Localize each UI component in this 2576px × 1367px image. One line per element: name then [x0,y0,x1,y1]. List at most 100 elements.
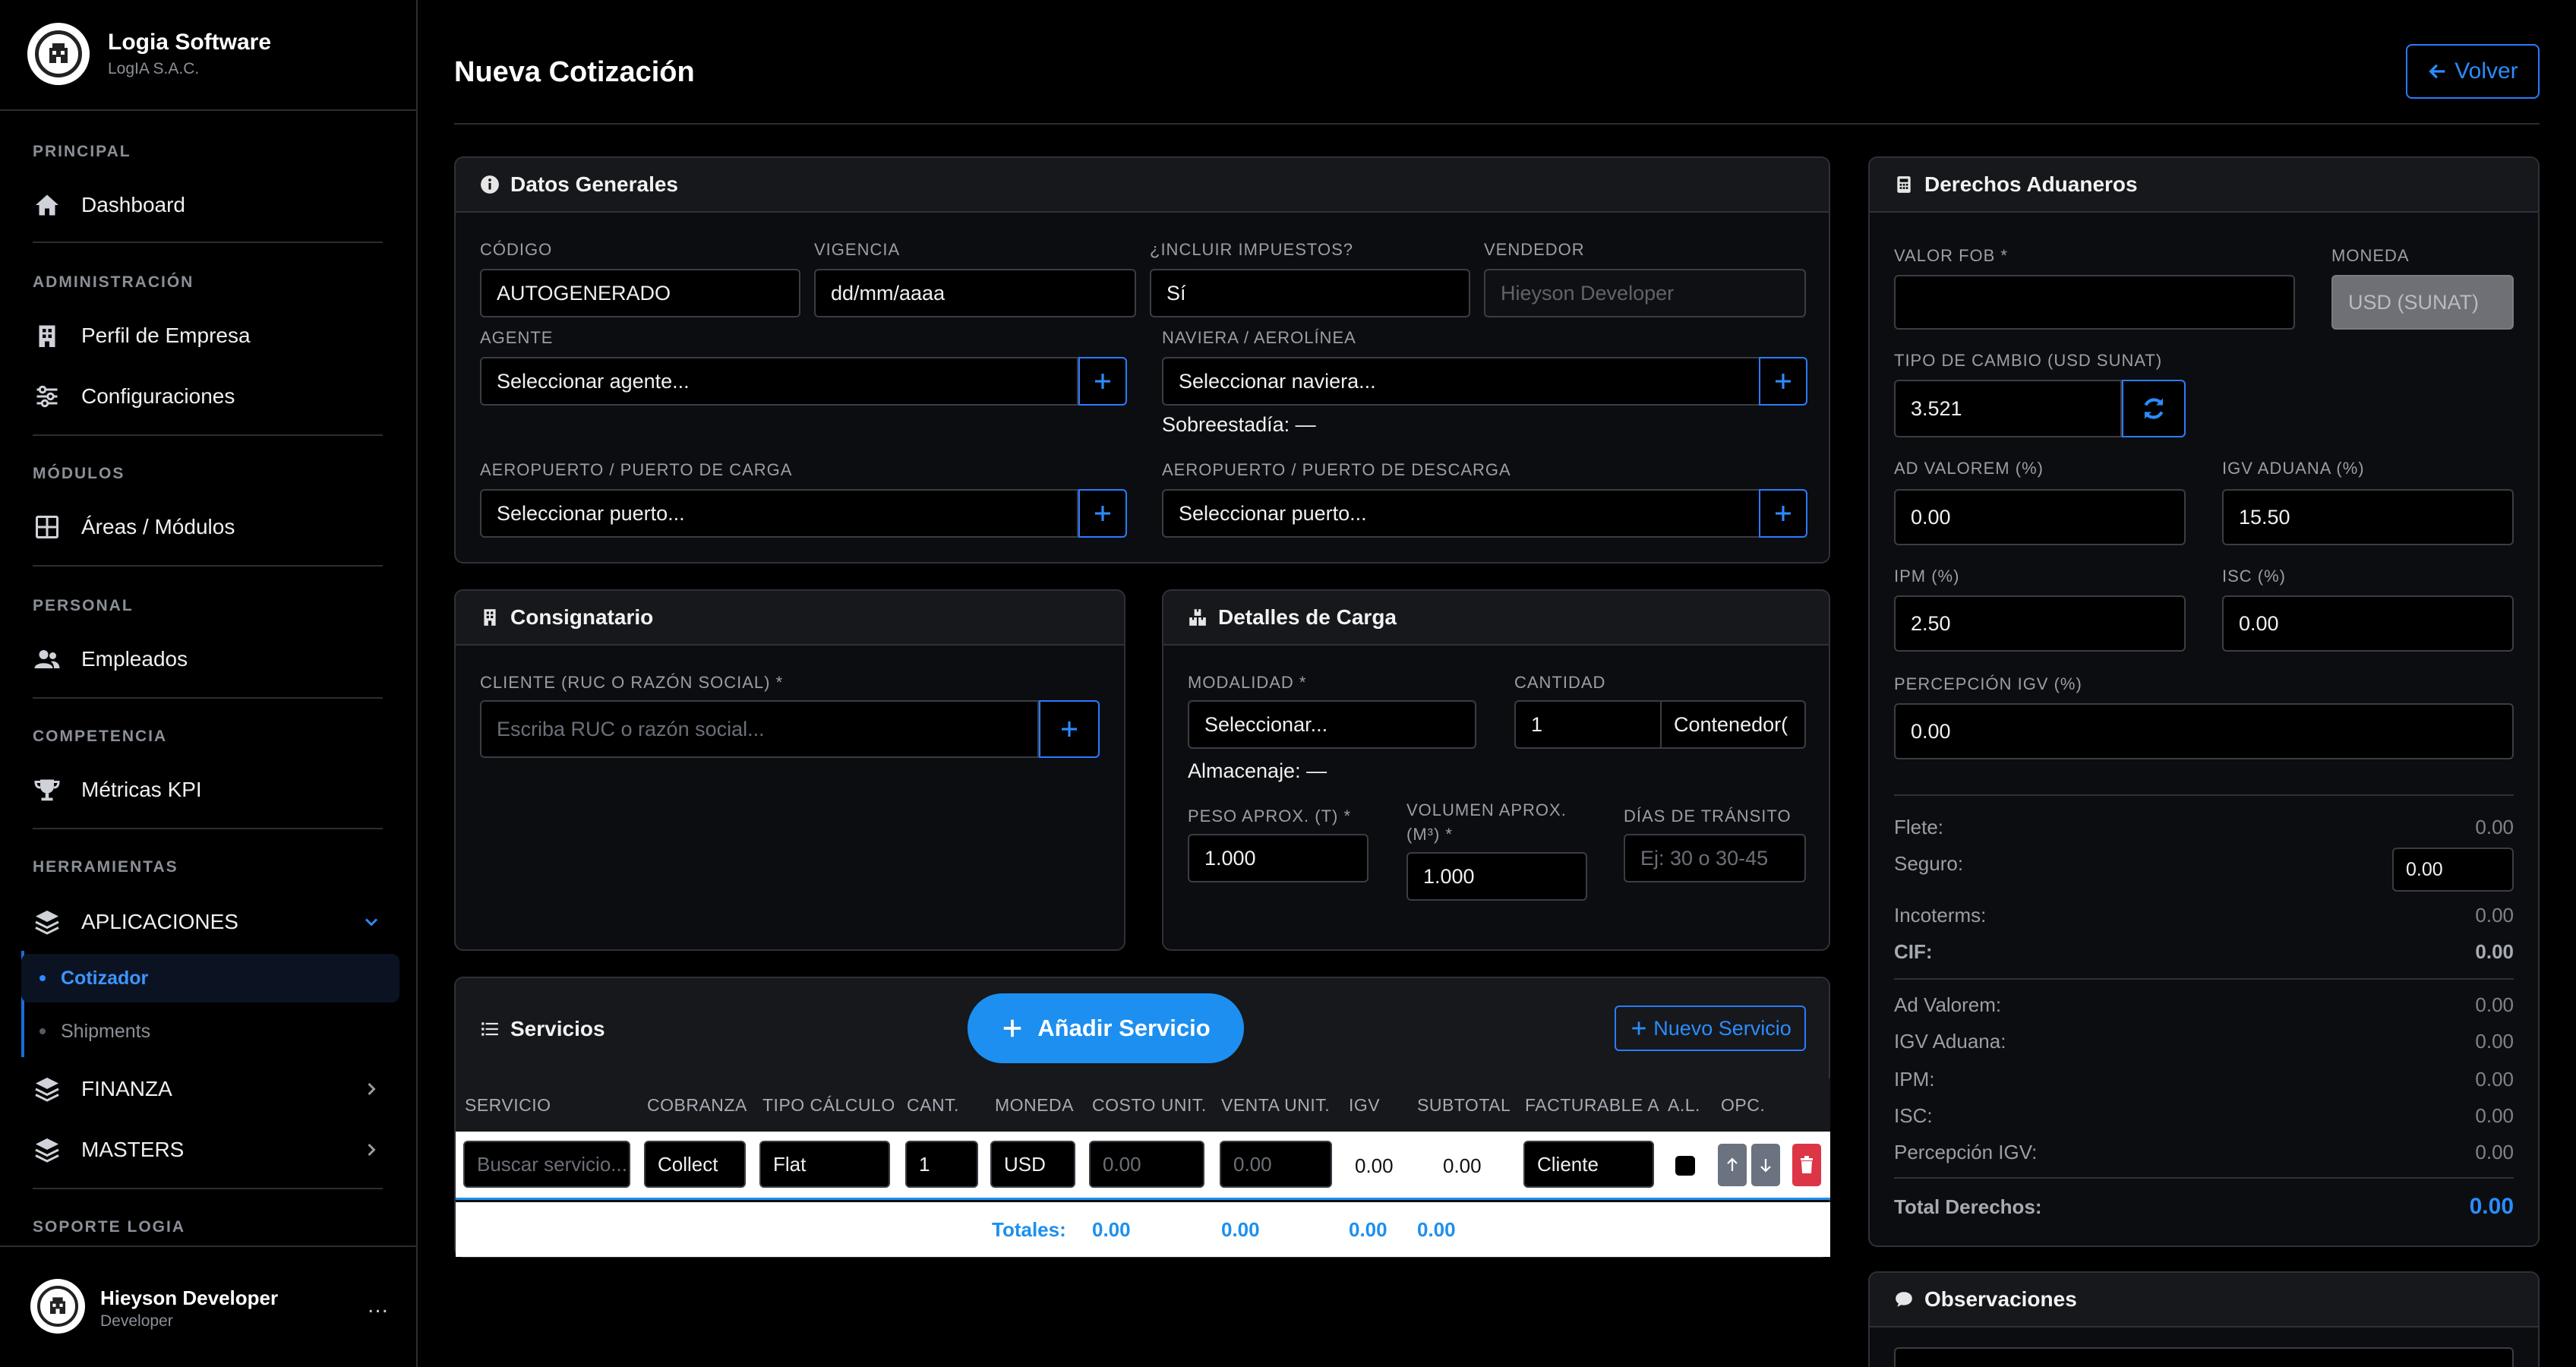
unidad-select[interactable]: Contenedor( [1660,700,1806,749]
sidebar-item-areas-modulos[interactable]: Áreas / Módulos [33,506,382,548]
isc-input[interactable]: 0.00 [2222,595,2514,652]
add-cliente-button[interactable] [1039,700,1100,758]
move-down-button[interactable] [1751,1144,1780,1186]
sidebar-item-finanza[interactable]: FINANZA [33,1068,382,1110]
calculator-icon [1897,176,1911,193]
sidebar-subitem-shipments[interactable]: Shipments [21,1007,399,1056]
dias-transito-input[interactable]: Ej: 30 o 30-45 [1624,834,1806,882]
sidebar-item-label: MASTERS [81,1138,185,1161]
add-puerto-carga-button[interactable] [1078,489,1127,538]
cantidad-input[interactable]: 1 [1514,700,1662,749]
back-button[interactable]: Volver [2406,44,2540,99]
sliders-icon [36,385,58,408]
section-competencia: COMPETENCIA [33,728,168,745]
total-igv: 0.00 [1349,1218,1387,1241]
column-header: COBRANZA [647,1095,747,1115]
column-header: FACTURABLE A [1525,1095,1660,1115]
add-puerto-descarga-button[interactable] [1759,489,1807,538]
section-principal: PRINCIPAL [33,143,131,160]
volumen-label-line2: (M³) * [1406,825,1453,844]
trophy-icon [34,779,60,801]
building-icon [39,325,55,347]
flete-value: 0.00 [2475,816,2514,838]
puerto-carga-select[interactable]: Seleccionar puerto... [480,489,1078,538]
sidebar-item-metricas-kpi[interactable]: Métricas KPI [33,769,382,811]
sidebar-item-masters[interactable]: MASTERS [33,1129,382,1171]
comment-icon [1896,1292,1912,1307]
sidebar-subitem-cotizador[interactable]: Cotizador [21,954,399,1002]
add-service-button[interactable]: Añadir Servicio [968,993,1244,1063]
column-header: SUBTOTAL [1417,1095,1511,1115]
cif-value: 0.00 [2475,940,2514,963]
subtotal-value: 0.00 [1443,1154,1482,1177]
brand-name: Logia Software [108,30,272,55]
user-profile[interactable]: Hieyson Developer Developer ... [0,1245,416,1367]
almacenaje-text: Almacenaje: — [1188,759,1327,782]
igv-value: 0.00 [1355,1154,1394,1177]
tipo-calculo-select[interactable]: Flat [759,1141,890,1188]
info-icon [481,175,499,194]
brand[interactable]: Logia Software LogIA S.A.C. [27,23,271,85]
ad-valorem-input[interactable]: 0.00 [1894,489,2186,545]
move-up-button[interactable] [1718,1144,1747,1186]
agente-select[interactable]: Seleccionar agente... [480,357,1078,406]
card-title: Consignatario [510,605,654,629]
sidebar-item-aplicaciones[interactable]: APLICACIONES [33,901,382,943]
refresh-icon [2144,398,2164,419]
percepcion-igv-input[interactable]: 0.00 [1894,703,2514,759]
new-service-button[interactable]: Nuevo Servicio [1615,1006,1806,1051]
arrow-up-icon [1727,1157,1738,1171]
vigencia-date-field[interactable]: dd/mm/aaaa [814,269,1136,317]
seguro-input[interactable]: 0.00 [2392,848,2514,892]
sidebar-item-perfil-empresa[interactable]: Perfil de Empresa [33,314,382,357]
section-modulos: MÓDULOS [33,465,125,482]
puerto-carga-label: AEROPUERTO / PUERTO DE CARGA [480,460,793,479]
ad-valorem-summary-label: Ad Valorem: [1894,993,2002,1016]
tipo-cambio-input[interactable]: 3.521 [1894,380,2122,437]
facturable-select[interactable]: Cliente [1523,1141,1654,1188]
impuestos-select[interactable]: Sí [1150,269,1470,317]
observaciones-textarea[interactable] [1894,1347,2514,1367]
naviera-select[interactable]: Seleccionar naviera... [1162,357,1760,406]
venta-unit-input[interactable]: 0.00 [1220,1141,1332,1188]
al-checkbox[interactable] [1675,1156,1695,1176]
add-agente-button[interactable] [1078,357,1127,406]
cobranza-select[interactable]: Collect [644,1141,746,1188]
sidebar-item-dashboard[interactable]: Dashboard [33,184,382,226]
moneda-field: USD (SUNAT) [2331,275,2514,330]
dias-transito-label: DÍAS DE TRÁNSITO [1624,807,1792,826]
isc-summary-value: 0.00 [2475,1104,2514,1127]
cliente-search-input[interactable]: Escriba RUC o razón social... [480,700,1039,758]
column-header: IGV [1349,1095,1381,1115]
seguro-label: Seguro: [1894,852,1964,875]
chevron-down-icon [365,918,378,927]
peso-input[interactable]: 1.000 [1188,834,1368,882]
column-header: OPC. [1721,1095,1766,1115]
more-options-button[interactable]: ... [368,1293,389,1318]
volumen-input[interactable]: 1.000 [1406,852,1587,901]
sidebar-item-empleados[interactable]: Empleados [33,638,382,680]
plus-icon [1062,721,1077,737]
cantidad-cell-input[interactable]: 1 [905,1141,978,1188]
trash-icon [1801,1156,1813,1173]
add-naviera-button[interactable] [1759,357,1807,406]
chevron-right-icon [368,1082,376,1096]
ipm-input[interactable]: 2.50 [1894,595,2186,652]
layers-icon [35,1078,59,1102]
puerto-descarga-select[interactable]: Seleccionar puerto... [1162,489,1760,538]
modalidad-select[interactable]: Seleccionar... [1188,700,1476,749]
codigo-field[interactable]: AUTOGENERADO [480,269,800,317]
costo-unit-input[interactable]: 0.00 [1089,1141,1204,1188]
avatar [30,1279,85,1334]
sidebar-item-label: Configuraciones [81,384,235,408]
impuestos-label: ¿INCLUIR IMPUESTOS? [1150,240,1353,259]
sidebar-item-label: APLICACIONES [81,910,238,933]
refresh-tipo-cambio-button[interactable] [2122,380,2186,437]
valor-fob-input[interactable] [1894,275,2295,330]
sidebar-item-configuraciones[interactable]: Configuraciones [33,375,382,418]
igv-aduana-input[interactable]: 15.50 [2222,489,2514,545]
servicio-search-input[interactable]: Buscar servicio... [463,1141,630,1188]
delete-row-button[interactable] [1792,1144,1821,1186]
moneda-select[interactable]: USD [990,1141,1075,1188]
igv-aduana-summary-label: IGV Aduana: [1894,1030,2006,1053]
